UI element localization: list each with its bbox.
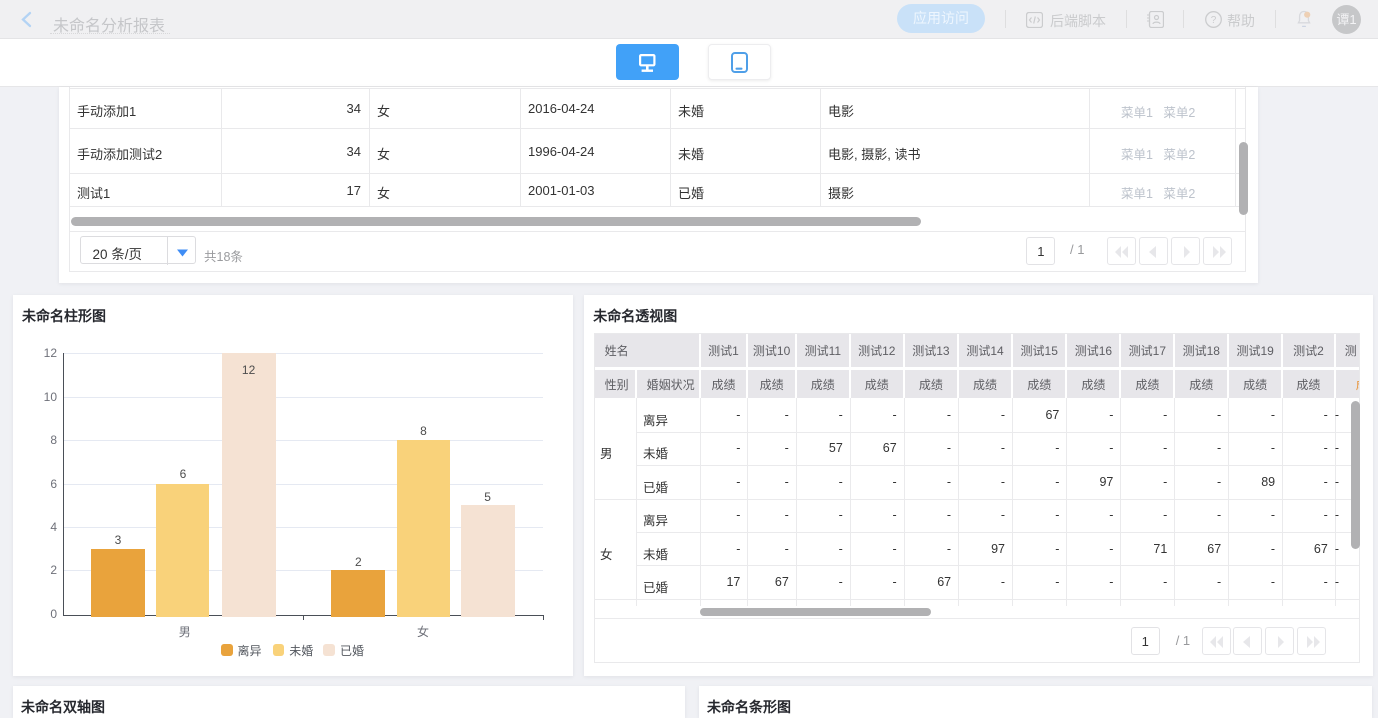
svg-text:?: ?	[1211, 15, 1217, 26]
